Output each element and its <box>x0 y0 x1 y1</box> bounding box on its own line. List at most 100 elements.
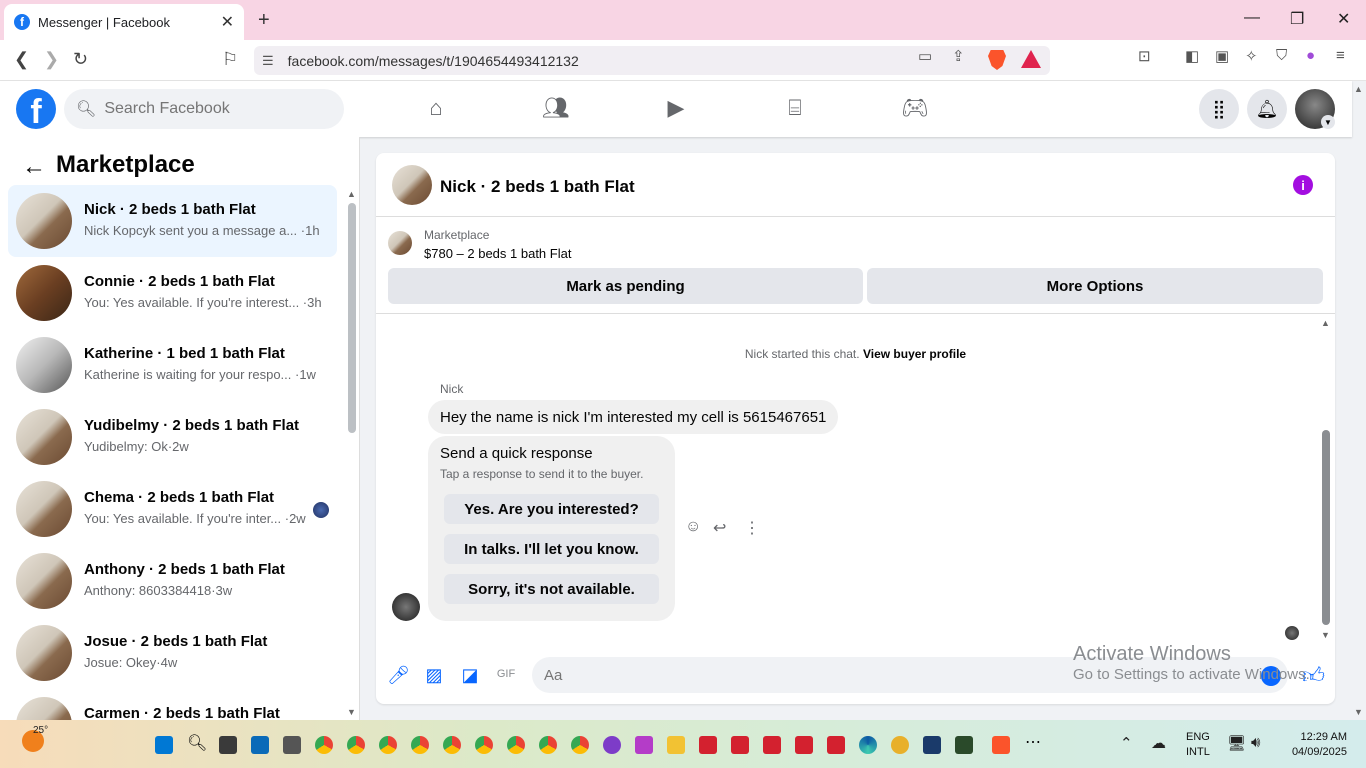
facebook-logo[interactable]: f <box>16 89 56 129</box>
menu-icon[interactable]: ≡ <box>1336 47 1345 64</box>
sidebar-scroll-down-icon[interactable]: ▼ <box>347 707 356 717</box>
conversation-item[interactable]: Connie · 2 beds 1 bath Flat You: Yes ava… <box>8 257 337 329</box>
listing-mini-thumbnail[interactable] <box>388 231 412 255</box>
language-indicator[interactable]: ENG INTL <box>1186 730 1210 760</box>
chat-scroll-down-icon[interactable]: ▼ <box>1321 630 1330 640</box>
gaming-icon[interactable]: 🎮︎ <box>900 95 930 121</box>
chrome-icon[interactable] <box>379 736 397 754</box>
chrome-icon[interactable] <box>443 736 461 754</box>
back-arrow-icon[interactable]: ← <box>22 153 46 181</box>
vpn-icon[interactable]: ⛉ <box>1276 47 1287 64</box>
maximize-icon[interactable]: ❐ <box>1290 9 1304 29</box>
notifications-button[interactable]: 🔔︎ <box>1247 89 1287 129</box>
chrome-icon[interactable] <box>539 736 557 754</box>
site-settings-icon[interactable]: ☰ <box>262 53 274 69</box>
apps-menu-button[interactable]: ⣿ <box>1199 89 1239 129</box>
url-text[interactable]: facebook.com/messages/t/1904654493412132 <box>288 53 579 69</box>
app-icon[interactable] <box>891 736 909 754</box>
share-icon[interactable]: ⇪ <box>952 47 965 65</box>
close-window-icon[interactable]: ✕ <box>1337 9 1350 29</box>
sticker-icon[interactable]: ◪ <box>459 665 481 686</box>
sidebar-scroll-up-icon[interactable]: ▲ <box>347 189 356 199</box>
leo-ai-icon[interactable]: ✧ <box>1245 47 1258 65</box>
message-bubble[interactable]: Hey the name is nick I'm interested my c… <box>428 400 839 434</box>
file-explorer-icon[interactable] <box>667 736 685 754</box>
listing-price[interactable]: $780 – 2 beds 1 bath Flat <box>424 246 571 261</box>
minimize-icon[interactable]: — <box>1244 9 1260 27</box>
bookmark-icon[interactable]: ⚐ <box>222 49 238 70</box>
chevron-down-icon[interactable]: ▼ <box>1321 115 1335 129</box>
sender-avatar[interactable] <box>392 593 420 621</box>
quick-reply-button[interactable]: Yes. Are you interested? <box>444 494 659 524</box>
chat-title[interactable]: Nick · 2 beds 1 bath Flat <box>440 177 635 197</box>
clock[interactable]: 12:29 AM 04/09/2025 <box>1283 730 1347 760</box>
more-options-button[interactable]: More Options <box>867 268 1323 304</box>
react-icon[interactable]: ☺ <box>685 518 701 536</box>
new-tab-button[interactable]: + <box>258 9 270 32</box>
microphone-icon[interactable]: 🎤︎ <box>387 665 410 686</box>
notes-icon[interactable] <box>251 736 269 754</box>
chrome-icon[interactable] <box>507 736 525 754</box>
friends-icon[interactable]: 👥︎ <box>541 95 571 121</box>
browser-tab[interactable]: f Messenger | Facebook ✕ <box>4 4 244 40</box>
profile-icon[interactable]: ● <box>1306 47 1315 64</box>
start-icon[interactable] <box>155 736 173 754</box>
app-icon[interactable] <box>283 736 301 754</box>
edge-icon[interactable] <box>859 736 877 754</box>
marketplace-icon[interactable]: ⌸ <box>780 95 810 121</box>
search-box[interactable]: 🔍︎ <box>64 89 344 129</box>
page-scroll-up-icon[interactable]: ▲ <box>1354 84 1363 94</box>
chrome-icon[interactable] <box>475 736 493 754</box>
tray-chevron-up-icon[interactable]: ⌃ <box>1120 734 1133 752</box>
quick-reply-button[interactable]: Sorry, it's not available. <box>444 574 659 604</box>
back-icon[interactable]: ❮ <box>14 49 29 70</box>
conversation-item[interactable]: Chema · 2 beds 1 bath Flat You: Yes avai… <box>8 473 337 545</box>
mark-as-pending-button[interactable]: Mark as pending <box>388 268 863 304</box>
app-icon[interactable] <box>699 736 717 754</box>
conversation-item[interactable]: Katherine · 1 bed 1 bath Flat Katherine … <box>8 329 337 401</box>
gif-icon[interactable]: GIF <box>495 668 517 680</box>
search-input[interactable] <box>104 100 325 118</box>
chrome-icon[interactable] <box>315 736 333 754</box>
chrome-icon[interactable] <box>571 736 589 754</box>
conversation-item[interactable]: Nick · 2 beds 1 bath Flat Nick Kopcyk se… <box>8 185 337 257</box>
more-apps-icon[interactable]: ⋯ <box>1025 732 1043 751</box>
close-tab-icon[interactable]: ✕ <box>221 12 234 32</box>
app-icon[interactable] <box>763 736 781 754</box>
chrome-icon[interactable] <box>347 736 365 754</box>
app-icon[interactable] <box>795 736 813 754</box>
conversation-item[interactable]: Anthony · 2 beds 1 bath Flat Anthony: 86… <box>8 545 337 617</box>
home-icon[interactable]: ⌂ <box>421 95 451 121</box>
app-icon[interactable] <box>923 736 941 754</box>
more-actions-icon[interactable]: ⋮ <box>744 518 760 538</box>
app-icon[interactable] <box>955 736 973 754</box>
view-buyer-profile-link[interactable]: View buyer profile <box>863 347 966 361</box>
wallet-icon[interactable]: ▣ <box>1215 47 1229 65</box>
chat-scroll-up-icon[interactable]: ▲ <box>1321 318 1330 328</box>
page-scroll-down-icon[interactable]: ▼ <box>1354 707 1363 717</box>
onedrive-icon[interactable]: ☁ <box>1151 734 1166 752</box>
reader-icon[interactable]: ⊡ <box>1138 47 1151 65</box>
forward-icon[interactable]: ❯ <box>44 49 59 70</box>
brave-taskbar-icon[interactable] <box>992 736 1010 754</box>
reload-icon[interactable]: ↻ <box>73 49 88 70</box>
search-taskbar-icon[interactable]: 🔍︎ <box>187 733 207 752</box>
quick-reply-button[interactable]: In talks. I'll let you know. <box>444 534 659 564</box>
video-icon[interactable]: ▶ <box>661 95 691 121</box>
task-view-icon[interactable] <box>219 736 237 754</box>
media-player-icon[interactable] <box>603 736 621 754</box>
sidebar-toggle-icon[interactable]: ◧ <box>1185 47 1199 65</box>
conversation-item[interactable]: Yudibelmy · 2 beds 1 bath Flat Yudibelmy… <box>8 401 337 473</box>
app-icon[interactable] <box>827 736 845 754</box>
reply-icon[interactable]: ↩ <box>713 518 726 538</box>
cast-icon[interactable]: ▭ <box>918 47 932 65</box>
app-icon[interactable] <box>635 736 653 754</box>
chat-scrollbar[interactable] <box>1322 430 1330 625</box>
chat-listing-thumbnail[interactable] <box>392 165 432 205</box>
conversation-item[interactable]: Josue · 2 beds 1 bath Flat Josue: Okey·4… <box>8 617 337 689</box>
app-icon[interactable] <box>731 736 749 754</box>
photo-icon[interactable]: ▨ <box>423 665 445 686</box>
network-icon[interactable]: 🖥︎ <box>1227 734 1246 752</box>
info-icon[interactable]: i <box>1293 175 1313 195</box>
chrome-icon[interactable] <box>411 736 429 754</box>
